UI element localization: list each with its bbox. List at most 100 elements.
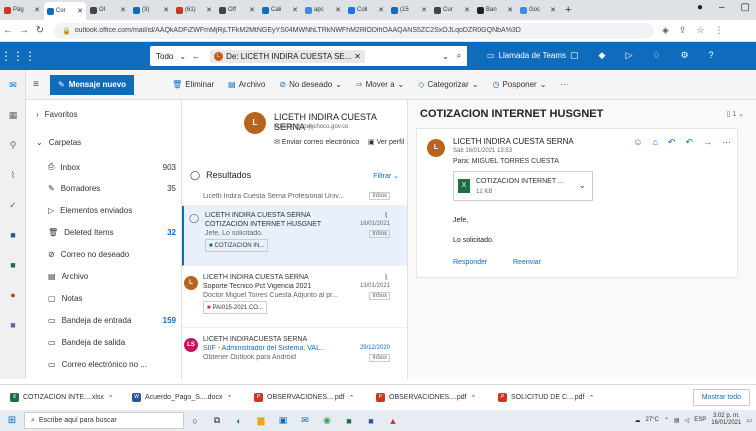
acrobat-icon[interactable]: ▲ bbox=[382, 410, 404, 431]
browser-tab[interactable]: (61) ✕ bbox=[173, 2, 215, 18]
back-arrow-icon[interactable]: ← bbox=[192, 52, 200, 61]
favorites-header[interactable]: › Favoritos bbox=[36, 110, 176, 119]
close-icon[interactable]: ✕ bbox=[163, 6, 169, 14]
browser-tab[interactable]: (3) ✕ bbox=[130, 2, 172, 18]
browser-tab[interactable]: Goc ✕ bbox=[517, 2, 559, 18]
powerpoint-icon[interactable]: ● bbox=[7, 290, 19, 300]
search-filter-chip[interactable]: L De: LICETH INDIRA CUESTA SE... ✕ bbox=[210, 49, 365, 63]
browser-tab[interactable]: Pág ✕ bbox=[1, 2, 43, 18]
close-icon[interactable]: ✕ bbox=[507, 6, 513, 14]
chevron-down-icon[interactable]: ⌄ bbox=[578, 180, 586, 191]
reply-all-icon[interactable]: ↶ bbox=[685, 137, 693, 148]
attachment-chip[interactable]: ■ PAI015-2021 CO... bbox=[203, 301, 267, 314]
download-item[interactable]: X COTIZACION INTE....xlsx ⌃ bbox=[10, 393, 122, 402]
send-email-link[interactable]: ✉ Enviar correo electrónico bbox=[274, 138, 359, 146]
search-options-icon[interactable]: ⌄ bbox=[442, 52, 449, 61]
browser-tab[interactable]: Cur ✕ bbox=[431, 2, 473, 18]
close-icon[interactable]: ✕ bbox=[464, 6, 470, 14]
hamburger-icon[interactable]: ≡ bbox=[26, 79, 46, 90]
browser-tab[interactable]: OI ✕ bbox=[87, 2, 129, 18]
close-icon[interactable]: ✕ bbox=[249, 6, 255, 14]
browser-tab[interactable]: Ban ✕ bbox=[474, 2, 516, 18]
profile-icon[interactable]: ● bbox=[697, 2, 703, 13]
folder-item[interactable]: ▷ Elementos enviados bbox=[48, 206, 176, 215]
chevron-up-icon[interactable]: ⌃ bbox=[471, 394, 477, 402]
search-scope-dropdown[interactable]: Todo ⌄ ← bbox=[150, 46, 207, 66]
close-icon[interactable]: ✕ bbox=[550, 6, 556, 14]
star-icon[interactable]: ☆ bbox=[696, 25, 704, 36]
download-item[interactable]: P OBSERVACIONES....pdf ⌃ bbox=[254, 393, 366, 402]
search-icon[interactable]: ⌕ bbox=[457, 51, 461, 61]
folder-item[interactable]: ▢ Notas bbox=[48, 294, 176, 303]
search-input[interactable]: L De: LICETH INDIRA CUESTA SE... ✕ bbox=[206, 46, 437, 66]
emoji-icon[interactable]: ☺ bbox=[633, 137, 642, 148]
close-icon[interactable]: ✕ bbox=[335, 6, 341, 14]
chat-icon[interactable]: ▢ bbox=[570, 50, 579, 61]
network-icon[interactable]: ▤ bbox=[674, 417, 680, 424]
feedback-icon[interactable]: ▷ bbox=[625, 50, 632, 61]
close-icon[interactable]: ✕ bbox=[378, 6, 384, 14]
more-icon[interactable]: ··· bbox=[722, 137, 731, 148]
forward-link[interactable]: Reenviar bbox=[513, 259, 541, 266]
folder-item[interactable]: 🗑 Deleted Items 32 bbox=[48, 228, 176, 237]
file-explorer-icon[interactable]: ▆ bbox=[250, 410, 272, 431]
folder-item[interactable]: ▭ Bandeja de salida bbox=[48, 338, 176, 347]
browser-tab[interactable]: apc ✕ bbox=[302, 2, 344, 18]
reply-icon[interactable]: ↶ bbox=[668, 137, 676, 148]
help-icon[interactable]: ? bbox=[709, 50, 714, 61]
browser-tab[interactable]: Cali ✕ bbox=[259, 2, 301, 18]
notifications-icon[interactable]: ▭ bbox=[746, 417, 752, 424]
reload-icon[interactable]: ↻ bbox=[32, 25, 48, 36]
new-tab-button[interactable]: + bbox=[565, 4, 571, 16]
thread-count[interactable]: ▯ 1 ⌄ bbox=[726, 110, 744, 118]
chevron-up-icon[interactable]: ⌃ bbox=[108, 394, 114, 402]
people-icon[interactable]: ⚲ bbox=[7, 140, 19, 150]
chevron-up-icon[interactable]: ⌃ bbox=[589, 394, 595, 402]
list-item[interactable]: Liceth Indira Cuesta Serna Profesional U… bbox=[182, 188, 407, 206]
cortana-icon[interactable]: ○ bbox=[184, 410, 206, 431]
close-icon[interactable]: ✕ bbox=[421, 6, 427, 14]
mail-app-icon[interactable]: ✉ bbox=[294, 410, 316, 431]
move-to-button[interactable]: ⇨ Mover a ⌄ bbox=[356, 80, 404, 89]
teams-app-icon[interactable]: ■ bbox=[7, 320, 19, 330]
folder-item[interactable]: ▤ Archivo bbox=[48, 272, 176, 281]
attach-icon[interactable]: ⌇ bbox=[7, 170, 19, 180]
archive-button[interactable]: ▤ Archivo bbox=[228, 80, 265, 89]
url-field[interactable]: 🔒 outlook.office.com/mail/id/AAQkADFiZWF… bbox=[54, 22, 654, 39]
excel-icon[interactable]: ■ bbox=[7, 260, 19, 270]
select-all-icon[interactable]: ◯ bbox=[190, 170, 200, 181]
table-row[interactable]: ◯ LICETH INDIRA CUESTA SERNA COTIZACION IN… bbox=[182, 206, 407, 266]
browser-tab[interactable]: Off ✕ bbox=[216, 2, 258, 18]
folder-item[interactable]: ✎ Borradores 35 bbox=[48, 184, 176, 193]
reply-link[interactable]: Responder bbox=[453, 259, 487, 266]
folder-item[interactable]: ▭ Bandeja de entrada 159 bbox=[48, 316, 176, 325]
translate-icon[interactable]: ⌂ bbox=[652, 137, 657, 148]
folder-item[interactable]: ▭ Correo electrónico no ... bbox=[48, 360, 176, 369]
teams-icon[interactable]: ◆ bbox=[599, 50, 606, 61]
categorize-button[interactable]: ◇ Categorizar ⌄ bbox=[418, 80, 478, 89]
download-item[interactable]: P OBSERVACIONES....pdf ⌃ bbox=[376, 393, 488, 402]
junk-button[interactable]: ⊘ No deseado ⌄ bbox=[279, 80, 342, 89]
chevron-up-icon[interactable]: ⌃ bbox=[226, 394, 232, 402]
task-view-icon[interactable]: ⧉ bbox=[206, 410, 228, 431]
excel-app-icon[interactable]: ■ bbox=[338, 410, 360, 431]
browser-tab[interactable]: Coli ✕ bbox=[345, 2, 387, 18]
share-icon[interactable]: ⇪ bbox=[679, 25, 687, 36]
minimize-button[interactable]: – bbox=[719, 2, 725, 13]
volume-icon[interactable]: ◁ bbox=[685, 417, 690, 424]
close-icon[interactable]: ✕ bbox=[120, 6, 126, 14]
browser-tab[interactable]: (15 ✕ bbox=[388, 2, 430, 18]
download-item[interactable]: P SOLICITUD DE C....pdf ⌃ bbox=[498, 393, 610, 402]
menu-icon[interactable]: ⋮ bbox=[715, 25, 724, 36]
view-profile-link[interactable]: ▣ Ver perfil bbox=[368, 138, 404, 146]
app-launcher-icon[interactable]: ⋮⋮⋮ bbox=[0, 49, 36, 63]
browser-tab[interactable]: Cor ✕ bbox=[44, 2, 86, 20]
close-icon[interactable]: ✕ bbox=[354, 52, 361, 61]
chevron-up-icon[interactable]: ⌃ bbox=[664, 417, 669, 424]
store-icon[interactable]: ▣ bbox=[272, 410, 294, 431]
taskbar-search-input[interactable]: ⌕ Escribe aquí para buscar bbox=[24, 412, 184, 429]
chrome-icon[interactable]: ◉ bbox=[316, 410, 338, 431]
forward-icon[interactable]: → bbox=[16, 25, 32, 36]
maximize-button[interactable]: ▢ bbox=[741, 2, 750, 13]
teams-call-button[interactable]: ▭ Llamada de Teams bbox=[487, 51, 566, 60]
